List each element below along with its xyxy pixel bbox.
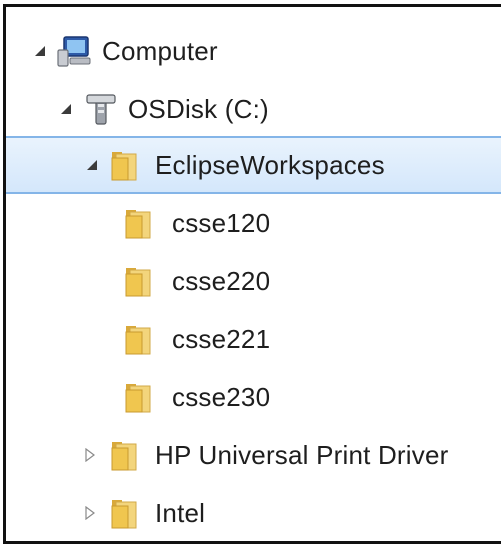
folder-icon: [106, 436, 144, 474]
tree-item-label: EclipseWorkspaces: [155, 149, 385, 180]
tree-item-label: csse220: [172, 265, 271, 296]
folder-icon: [106, 146, 144, 184]
tree-item-osdisk[interactable]: OSDisk (C:): [6, 80, 501, 138]
drive-icon: [82, 90, 120, 128]
tree-item-intel[interactable]: Intel: [6, 484, 501, 542]
tree-item-csse220[interactable]: csse220: [6, 252, 501, 310]
folder-icon: [120, 320, 158, 358]
tree-item-label: OSDisk (C:): [128, 93, 269, 124]
collapsed-arrow-icon[interactable]: [82, 447, 98, 463]
tree-item-csse230[interactable]: csse230: [6, 368, 501, 426]
computer-icon: [56, 32, 94, 70]
folder-icon: [120, 204, 158, 242]
tree-item-label: Computer: [102, 35, 218, 66]
folder-icon: [120, 378, 158, 416]
collapsed-arrow-icon[interactable]: [82, 505, 98, 521]
tree-item-label: csse230: [172, 381, 271, 412]
tree-item-csse120[interactable]: csse120: [6, 194, 501, 252]
tree-item-eclipseworkspaces[interactable]: EclipseWorkspaces: [6, 136, 501, 194]
tree-item-label: Intel: [155, 497, 206, 528]
folder-icon: [106, 494, 144, 532]
tree-item-hp-universal-print-driver[interactable]: HP Universal Print Driver: [6, 426, 501, 484]
navigation-pane: Computer OSDisk (C:) EclipseWorkspaces c…: [3, 4, 501, 544]
expanded-arrow-icon[interactable]: [32, 43, 48, 59]
tree-item-label: HP Universal Print Driver: [155, 439, 449, 470]
tree-item-csse221[interactable]: csse221: [6, 310, 501, 368]
expanded-arrow-icon[interactable]: [84, 157, 100, 173]
folder-icon: [120, 262, 158, 300]
expanded-arrow-icon[interactable]: [58, 101, 74, 117]
tree-item-computer[interactable]: Computer: [6, 22, 501, 80]
tree-item-label: csse221: [172, 323, 271, 354]
tree-item-label: csse120: [172, 207, 271, 238]
